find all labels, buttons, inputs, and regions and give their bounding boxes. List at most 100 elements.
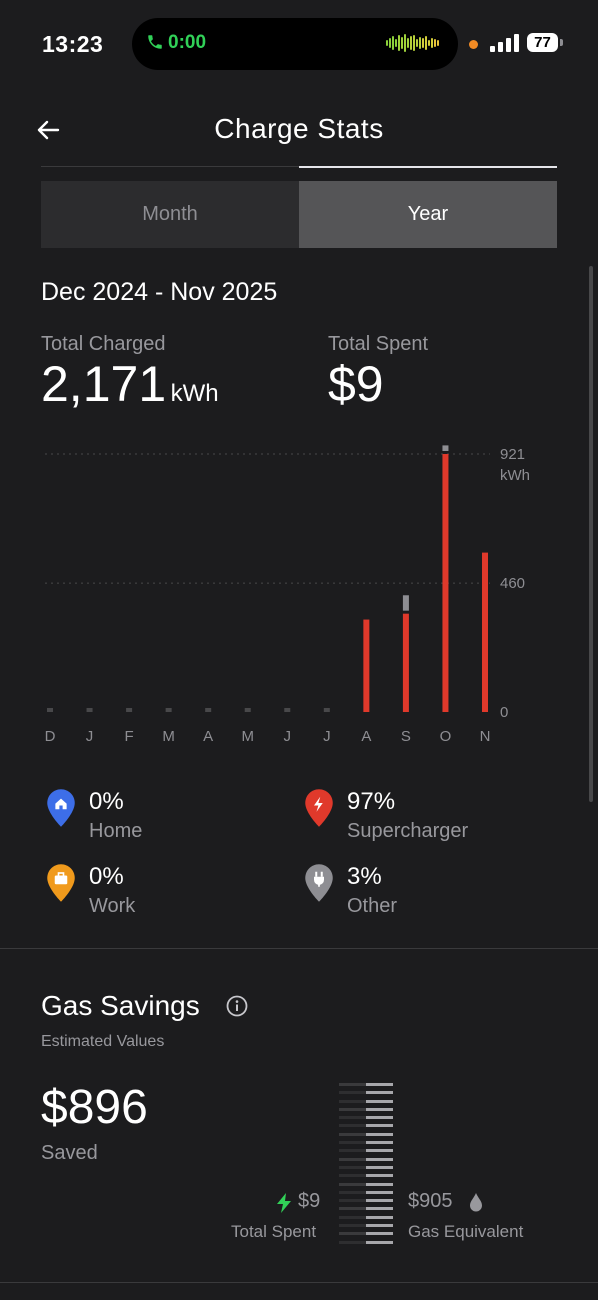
date-range: Dec 2024 - Nov 2025: [41, 278, 278, 306]
empty-bar-marker: [244, 708, 251, 712]
empty-bar-marker: [165, 708, 172, 712]
total-spent-value: $9: [328, 356, 384, 412]
total-charged-unit: kWh: [170, 380, 219, 407]
gas-bar-row: [339, 1132, 395, 1136]
period-segmented-control: Month Year: [41, 181, 557, 248]
legend-label: Work: [89, 895, 136, 917]
tab-underline-active: [299, 166, 557, 168]
section-divider: [0, 1282, 598, 1283]
gas-bar-row: [339, 1157, 395, 1161]
gas-bar-row: [339, 1224, 395, 1228]
gas-bar-row: [339, 1099, 395, 1103]
gas-bar-row: [339, 1091, 395, 1095]
legend-percent: 0%: [89, 788, 124, 815]
empty-bar-marker: [205, 708, 212, 712]
gas-bar-row: [339, 1165, 395, 1169]
legend-item: 97% Supercharger: [304, 788, 468, 843]
x-tick-label: M: [241, 728, 254, 745]
charge-bar-chart: 921 460 0 kWh D J F M A M J J A S O N: [45, 445, 530, 745]
bar-a-8: [363, 619, 370, 712]
legend-percent: 97%: [347, 788, 396, 815]
gas-equivalent-amount: $905: [408, 1190, 453, 1212]
mic-indicator-dot: [469, 40, 478, 49]
bolt-pin-icon: [305, 789, 333, 827]
x-tick-label: A: [361, 728, 371, 745]
bar-n-11: [482, 552, 488, 712]
saved-label: Saved: [41, 1142, 98, 1164]
y-tick-label: 921: [500, 446, 525, 463]
battery-icon: 77: [527, 33, 563, 53]
x-tick-label: J: [284, 728, 292, 745]
gas-bar-row: [339, 1207, 395, 1211]
legend-item: 0% Work: [46, 863, 135, 918]
audio-waveform-icon: [386, 34, 440, 52]
battery-level: 77: [527, 33, 558, 52]
info-icon[interactable]: [226, 995, 248, 1017]
empty-bar-marker: [323, 708, 330, 712]
x-tick-label: M: [162, 728, 175, 745]
legend-item: 3% Other: [304, 863, 397, 918]
spent-label: Total Spent: [231, 1222, 317, 1241]
fuel-drop-icon: [470, 1193, 482, 1212]
legend-label: Other: [347, 895, 398, 917]
gas-bar-row: [339, 1116, 395, 1120]
gas-bar-row: [339, 1124, 395, 1128]
status-time: 13:23: [42, 31, 104, 57]
section-divider: [0, 948, 598, 949]
gas-bar-row: [339, 1215, 395, 1219]
gas-bar-row: [339, 1190, 395, 1194]
gas-bar-row: [339, 1199, 395, 1203]
gas-bar-row: [339, 1232, 395, 1236]
legend-label: Supercharger: [347, 820, 469, 842]
home-pin-icon: [47, 789, 75, 827]
bar-other-10: [442, 445, 449, 451]
y-tick-label: 0: [500, 704, 508, 721]
x-tick-label: F: [125, 728, 134, 745]
empty-bar-marker: [86, 708, 93, 712]
gas-bar-row: [339, 1149, 395, 1153]
bolt-icon: [277, 1193, 291, 1213]
tab-year[interactable]: Year: [299, 181, 557, 248]
status-bar: 13:23 0:00 77: [0, 0, 598, 90]
gas-bar-row: [339, 1141, 395, 1145]
tab-underline: [41, 166, 299, 167]
bar-s-9: [402, 613, 409, 712]
empty-bar-marker: [284, 708, 291, 712]
y-axis-unit: kWh: [500, 467, 530, 484]
gas-savings-title: Gas Savings: [41, 990, 200, 1021]
x-tick-label: O: [440, 728, 452, 745]
tab-month[interactable]: Month: [41, 181, 299, 248]
legend-percent: 0%: [89, 863, 124, 890]
legend-label: Home: [89, 820, 143, 842]
total-charged: 2,171 kWh: [41, 355, 219, 413]
x-tick-label: J: [323, 728, 331, 745]
total-charged-value: 2,171: [41, 356, 167, 412]
y-tick-label: 460: [500, 575, 525, 592]
page-title: Charge Stats: [214, 113, 384, 144]
briefcase-pin-icon: [47, 864, 75, 902]
spent-amount: $9: [298, 1190, 321, 1212]
gas-bar-row: [339, 1107, 395, 1111]
gas-savings-subtitle: Estimated Values: [41, 1033, 165, 1050]
gas-bar-row: [339, 1182, 395, 1186]
empty-bar-marker: [47, 708, 53, 712]
plug-pin-icon: [305, 864, 333, 902]
x-tick-label: D: [45, 728, 56, 745]
cellular-signal-icon: [490, 34, 519, 52]
legend-item: 0% Home: [46, 788, 142, 843]
x-tick-label: N: [480, 728, 491, 745]
total-charged-label: Total Charged: [41, 333, 166, 355]
gas-bar-row: [339, 1174, 395, 1178]
call-timer: 0:00: [168, 32, 207, 53]
bar-o-10: [442, 454, 449, 712]
legend-percent: 3%: [347, 863, 382, 890]
saved-amount: $896: [41, 1081, 148, 1134]
total-spent-label: Total Spent: [328, 333, 429, 355]
gas-comparison-bars: [339, 1083, 395, 1249]
x-tick-label: A: [203, 728, 213, 745]
gas-bar-row: [339, 1240, 395, 1244]
phone-icon: [148, 35, 162, 49]
gas-bar-row: [339, 1083, 395, 1086]
bar-other-9: [402, 595, 409, 611]
gas-equivalent-label: Gas Equivalent: [408, 1222, 524, 1241]
